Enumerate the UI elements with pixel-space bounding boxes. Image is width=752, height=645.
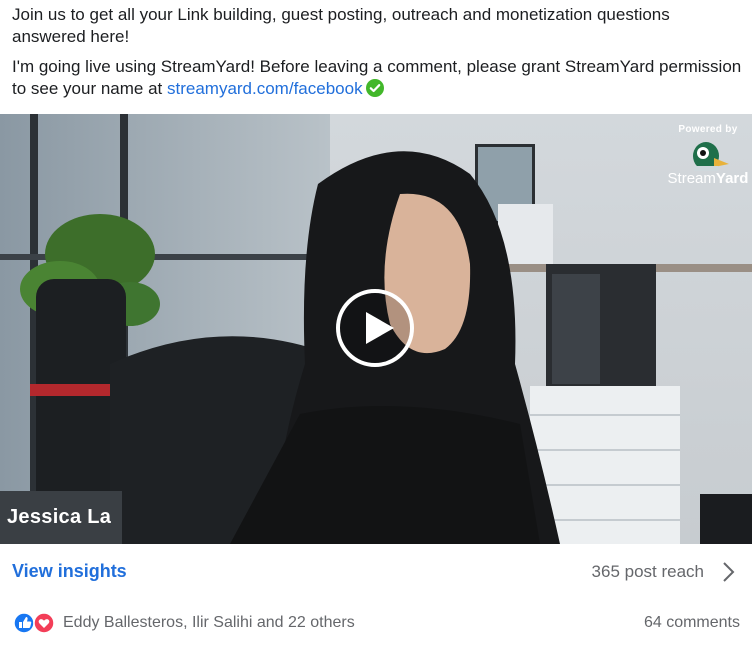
reactions-row: Eddy Ballesteros, Ilir Salihi and 22 oth… <box>0 600 752 645</box>
insights-row: View insights 365 post reach <box>0 544 752 600</box>
post-reach-count[interactable]: 365 post reach <box>592 562 704 582</box>
post-paragraph-2: I'm going live using StreamYard! Before … <box>12 56 742 103</box>
post-paragraph-1: Join us to get all your Link building, g… <box>12 5 670 46</box>
verified-check-icon <box>365 79 384 103</box>
streamyard-link[interactable]: streamyard.com/facebook <box>167 79 363 98</box>
view-insights-link[interactable]: View insights <box>12 561 127 582</box>
reactors-summary[interactable]: Eddy Ballesteros, Ilir Salihi and 22 oth… <box>63 614 355 632</box>
love-icon <box>33 612 55 634</box>
badge-brand-name: StreamYard <box>667 170 749 187</box>
badge-powered-by: Powered by <box>678 124 738 135</box>
play-icon <box>366 312 394 344</box>
comments-count[interactable]: 64 comments <box>644 614 740 632</box>
reaction-icons[interactable] <box>13 612 57 634</box>
post-text: Join us to get all your Link building, g… <box>12 4 742 111</box>
streamyard-duck-logo-icon <box>693 142 729 171</box>
presenter-name-tag: Jessica La <box>0 491 122 544</box>
like-icon <box>13 612 35 634</box>
streamyard-badge: Powered by StreamYard <box>664 124 752 196</box>
play-button[interactable] <box>336 289 414 367</box>
chevron-right-icon[interactable] <box>720 560 736 584</box>
